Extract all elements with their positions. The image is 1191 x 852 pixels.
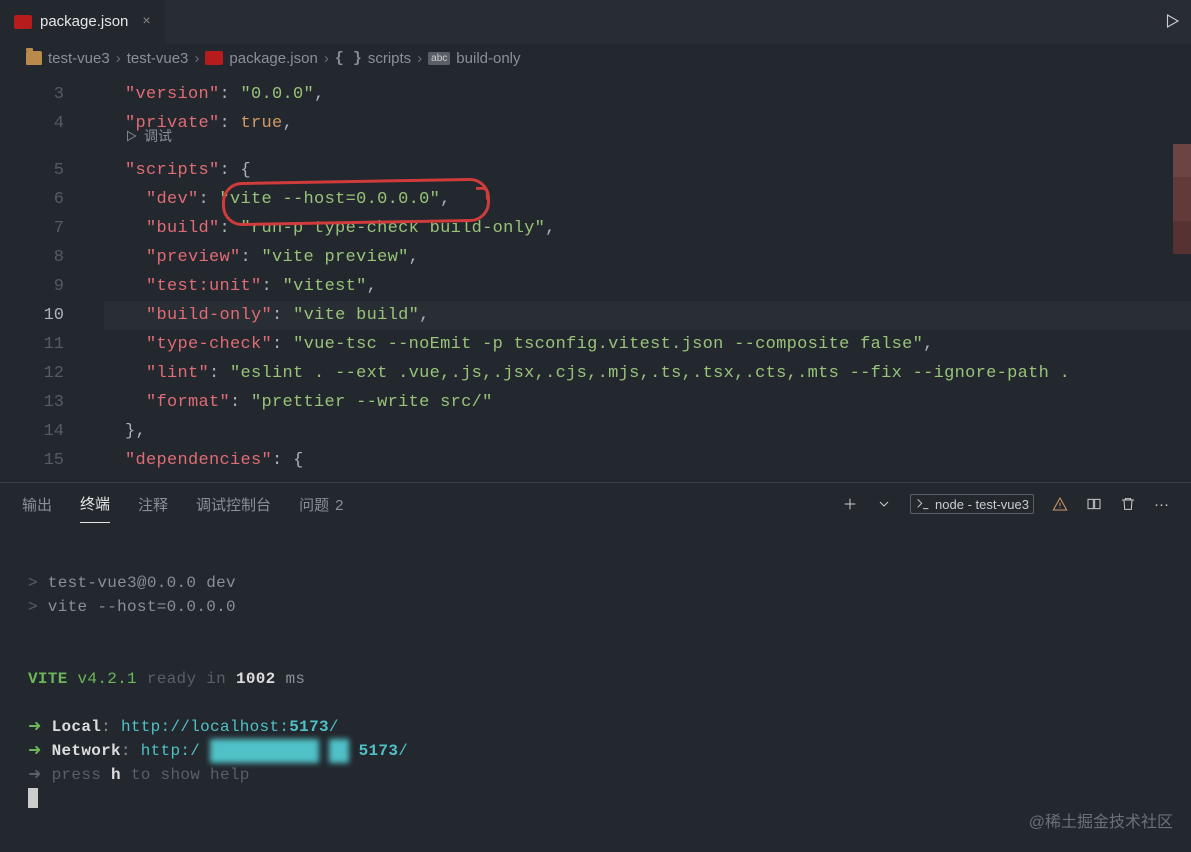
warning-icon[interactable]	[1052, 496, 1068, 512]
terminal-cursor	[28, 788, 38, 808]
line-number: 12	[0, 359, 92, 388]
terminal-output[interactable]: > test-vue3@0.0.0 dev > vite --host=0.0.…	[0, 525, 1191, 811]
code-line[interactable]: "dependencies": {	[104, 446, 1191, 475]
line-number: 3	[0, 80, 92, 109]
tab-label: package.json	[40, 13, 128, 30]
code-line[interactable]: "preview": "vite preview",	[104, 243, 1191, 272]
code-line[interactable]: "build-only": "vite build",	[104, 301, 1191, 330]
breadcrumb-seg[interactable]: test-vue3	[127, 50, 189, 67]
breadcrumb[interactable]: test-vue3 › test-vue3 › package.json › {…	[0, 44, 1191, 72]
close-icon[interactable]: ×	[142, 14, 150, 30]
code-editor[interactable]: 3 4 5 6 7 8 9 10 11 12 13 14 15 "version…	[0, 72, 1191, 482]
line-number: 4	[0, 109, 92, 138]
tab-output[interactable]: 输出	[22, 486, 52, 523]
panel-actions: node - test-vue3 ···	[842, 494, 1169, 514]
line-number: 6	[0, 185, 92, 214]
tab-debug-console[interactable]: 调试控制台	[196, 486, 271, 523]
code-line[interactable]: "dev": "vite --host=0.0.0.0",	[104, 185, 1191, 214]
minimap[interactable]	[1173, 144, 1191, 254]
chevron-right-icon: ›	[116, 50, 121, 67]
line-number: 5	[0, 156, 92, 185]
code-line[interactable]: "format": "prettier --write src/"	[104, 388, 1191, 417]
debug-label: 调试	[144, 126, 172, 146]
line-gutter: 3 4 5 6 7 8 9 10 11 12 13 14 15	[0, 72, 92, 475]
debug-codelens[interactable]: 调试	[124, 126, 172, 146]
line-number: 11	[0, 330, 92, 359]
json-file-icon	[205, 51, 223, 65]
tab-comments[interactable]: 注释	[138, 486, 168, 523]
line-number: 7	[0, 214, 92, 243]
breadcrumb-seg[interactable]: test-vue3	[48, 50, 110, 67]
breadcrumb-seg[interactable]: package.json	[229, 50, 317, 67]
code-line[interactable]: "scripts": {	[104, 156, 1191, 185]
code-line[interactable]: "version": "0.0.0",	[104, 80, 1191, 109]
line-number: 10	[0, 301, 92, 330]
trash-icon[interactable]	[1120, 496, 1136, 512]
chevron-down-icon[interactable]	[876, 496, 892, 512]
code-line[interactable]: "lint": "eslint . --ext .vue,.js,.jsx,.c…	[104, 359, 1191, 388]
breadcrumb-seg[interactable]: build-only	[456, 50, 520, 67]
new-terminal-icon[interactable]	[842, 496, 858, 512]
line-number: 14	[0, 417, 92, 446]
folder-icon	[26, 51, 42, 65]
breadcrumb-seg[interactable]: scripts	[368, 50, 411, 67]
chevron-right-icon: ›	[324, 50, 329, 67]
code-line[interactable]: "private": true,	[104, 109, 1191, 138]
tab-package-json[interactable]: package.json ×	[0, 0, 165, 44]
braces-icon: { }	[335, 50, 362, 67]
more-icon[interactable]: ···	[1154, 496, 1169, 513]
line-number: 13	[0, 388, 92, 417]
chevron-right-icon: ›	[194, 50, 199, 67]
tab-bar: package.json ×	[0, 0, 1191, 44]
line-number: 9	[0, 272, 92, 301]
bottom-panel: 输出 终端 注释 调试控制台 问题2 node - test-vue3 ··· …	[0, 482, 1191, 852]
code-line[interactable]: "build": "run-p type-check build-only",	[104, 214, 1191, 243]
tab-terminal[interactable]: 终端	[80, 485, 110, 523]
panel-tabs: 输出 终端 注释 调试控制台 问题2 node - test-vue3 ···	[0, 483, 1191, 525]
chevron-right-icon: ›	[417, 50, 422, 67]
watermark: @稀土掘金技术社区	[1029, 808, 1173, 832]
run-icon[interactable]	[1163, 12, 1181, 35]
blurred-ip	[210, 739, 319, 763]
line-number: 8	[0, 243, 92, 272]
json-file-icon	[14, 15, 32, 29]
code-line[interactable]: "type-check": "vue-tsc --noEmit -p tscon…	[104, 330, 1191, 359]
line-number: 15	[0, 446, 92, 475]
terminal-selector[interactable]: node - test-vue3	[910, 494, 1034, 514]
split-terminal-icon[interactable]	[1086, 496, 1102, 512]
code-line[interactable]: },	[104, 417, 1191, 446]
tab-problems[interactable]: 问题2	[299, 486, 343, 523]
code-line[interactable]: "test:unit": "vitest",	[104, 272, 1191, 301]
code-area[interactable]: "version": "0.0.0", "private": true, "sc…	[104, 80, 1191, 475]
string-icon: abc	[428, 52, 450, 65]
